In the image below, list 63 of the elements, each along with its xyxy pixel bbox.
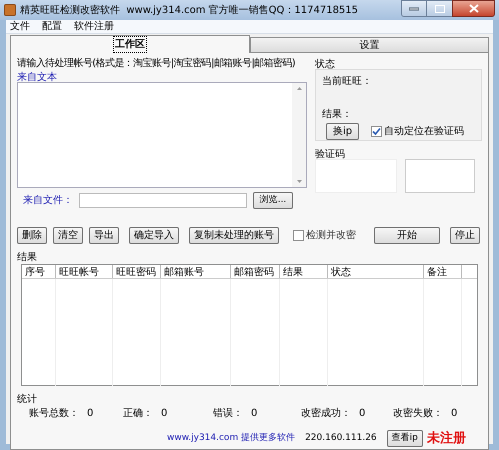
- field-label: 来自文件：: [22, 194, 73, 208]
- column-header[interactable]: 备注: [424, 265, 462, 278]
- checkbox-label: 检测并改密: [306, 228, 356, 243]
- stat-value: 0: [161, 407, 168, 421]
- result-label: 结果：: [322, 108, 353, 122]
- text-area[interactable]: [17, 82, 307, 188]
- close-icon: [468, 4, 478, 13]
- maximize-icon: [434, 4, 444, 12]
- tab[interactable]: 工作区: [10, 35, 250, 53]
- menu-item[interactable]: 软件注册: [74, 19, 114, 34]
- captcha-field[interactable]: [405, 159, 475, 193]
- checkbox[interactable]: [371, 126, 382, 137]
- stat-value: 0: [359, 407, 366, 421]
- column-header[interactable]: 旺旺密码: [113, 265, 161, 278]
- minimize-icon: [409, 6, 419, 10]
- stat-label: 错误：: [213, 407, 243, 421]
- registration-status: 未注册: [426, 430, 466, 448]
- window-title: 精英旺旺检测改密软件 www.jy314.com 官方唯一销售QQ：1174718515: [20, 4, 358, 18]
- group-title: 状态: [315, 58, 336, 69]
- button[interactable]: 确定导入: [129, 227, 179, 244]
- group-title: 结果: [17, 250, 38, 262]
- menu-item[interactable]: 配置: [42, 19, 62, 34]
- stat-label: 账号总数：: [29, 406, 79, 421]
- button[interactable]: 删除: [17, 227, 47, 244]
- stat-value: 0: [87, 407, 94, 421]
- close-button[interactable]: [452, 0, 495, 17]
- button[interactable]: 清空: [53, 227, 83, 244]
- stat-label: 改密成功：: [301, 406, 351, 421]
- column-header[interactable]: 旺旺帐号: [56, 265, 113, 278]
- button[interactable]: 停止: [450, 227, 480, 244]
- minimize-button[interactable]: [401, 0, 427, 17]
- column-header[interactable]: 邮箱账号: [161, 265, 231, 278]
- check-ip-button[interactable]: 查看ip: [386, 430, 423, 448]
- column-header[interactable]: 结果: [280, 265, 328, 278]
- menu-item[interactable]: 文件: [10, 19, 30, 34]
- column-header[interactable]: 状态: [328, 265, 424, 278]
- current-account-label: 当前旺旺：: [322, 74, 373, 89]
- column-header[interactable]: 序号: [22, 265, 56, 278]
- stat-value: 0: [251, 407, 258, 421]
- app-icon: [4, 4, 16, 16]
- section-label: 来自文本: [17, 70, 58, 82]
- checkbox[interactable]: [293, 230, 304, 241]
- input-prompt: 请输入待处理帐号(格式是：淘宝账号|淘宝密码|邮箱账号|邮箱密码): [17, 57, 296, 70]
- stat-label: 改密失败：: [393, 406, 443, 421]
- maximize-button[interactable]: [427, 0, 452, 17]
- scrollbar[interactable]: [292, 83, 306, 187]
- tab[interactable]: 设置: [250, 37, 489, 52]
- file-path-field[interactable]: [79, 193, 247, 208]
- stat-value: 0: [451, 407, 458, 421]
- start-button[interactable]: 开始: [374, 227, 440, 244]
- button[interactable]: 复制未处理的账号: [189, 227, 279, 244]
- checkbox-label: 自动定位在验证码: [384, 124, 464, 139]
- ip-address: 220.160.111.26: [305, 432, 377, 445]
- column-header[interactable]: 邮箱密码: [231, 265, 280, 278]
- group-title: 验证码: [315, 148, 346, 159]
- group-title: 统计: [17, 392, 38, 404]
- browse-button[interactable]: 浏览...: [253, 192, 293, 209]
- scroll-down-icon[interactable]: [296, 180, 302, 183]
- change-ip-button[interactable]: 换ip: [326, 123, 360, 140]
- scroll-up-icon[interactable]: [296, 87, 302, 90]
- website-link[interactable]: www.jy314.com 提供更多软件: [167, 432, 296, 446]
- button[interactable]: 导出: [89, 227, 119, 244]
- stat-label: 正确：: [123, 407, 153, 421]
